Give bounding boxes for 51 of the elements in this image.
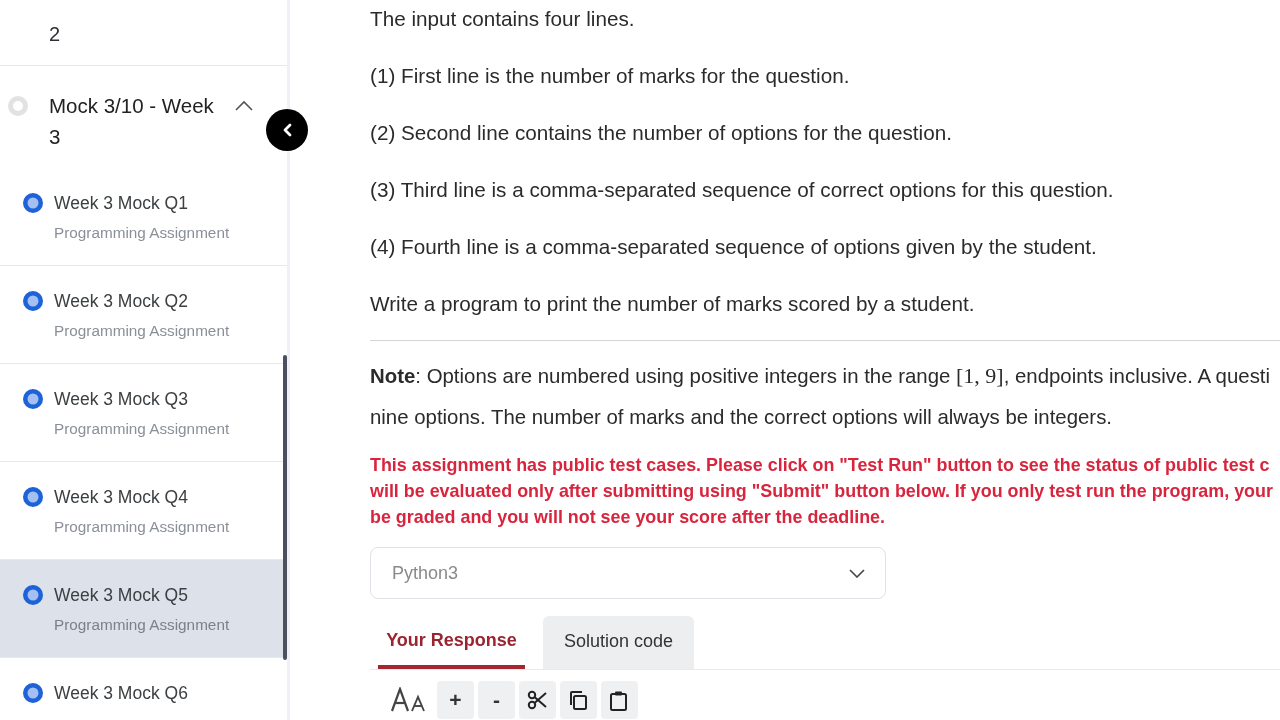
language-select[interactable]: Python3	[370, 547, 886, 599]
problem-text: The input contains four lines.	[370, 6, 635, 32]
assignment-title: Week 3 Mock Q6	[54, 681, 188, 705]
problem-text: (4) Fourth line is a comma-separated sequence of options given by the student.	[370, 234, 1097, 260]
minus-button[interactable]: -	[478, 681, 515, 719]
warning-text: will be evaluated only after submitting using "Submit" button below. If you only test run the program, your	[370, 480, 1273, 503]
chevron-up-icon[interactable]	[235, 100, 253, 111]
assignment-item[interactable]: Week 3 Mock Q1 Programming Assignment	[0, 167, 287, 266]
assignment-title: Week 3 Mock Q2	[54, 289, 189, 313]
status-dot-icon	[23, 192, 43, 213]
chevron-down-icon	[849, 568, 865, 578]
status-dot-icon	[23, 388, 43, 409]
assignment-type: Programming Assignment	[54, 320, 230, 341]
problem-text: (3) Third line is a comma-separated sequence of correct options for this question.	[370, 177, 1114, 203]
note-text: nine options. The number of marks and the correct options will always be integers.	[370, 404, 1112, 430]
font-size-icon[interactable]	[390, 687, 425, 713]
scissors-icon	[527, 689, 548, 711]
assignment-title: Week 3 Mock Q3	[54, 387, 189, 411]
problem-text: (2) Second line contains the number of options for the question.	[370, 120, 952, 146]
plus-button[interactable]: +	[437, 681, 474, 719]
copy-icon	[568, 689, 589, 711]
status-dot-icon	[23, 290, 43, 311]
assignment-title: Week 3 Mock Q1	[54, 191, 189, 215]
scrollbar-thumb[interactable]	[283, 355, 287, 660]
assignment-type: Programming Assignment	[54, 516, 230, 537]
warning-text: be graded and you will not see your score after the deadline.	[370, 506, 885, 529]
assignment-title: Week 3 Mock Q5	[54, 583, 189, 607]
problem-text: (1) First line is the number of marks for the question.	[370, 63, 850, 89]
assignment-item[interactable]: Week 3 Mock Q2 Programming Assignment	[0, 265, 287, 364]
assignment-type: Programming Assignment	[54, 614, 230, 635]
tab[interactable]: Your Response	[378, 616, 525, 669]
collapse-sidebar-button[interactable]	[266, 109, 308, 151]
status-ring-icon	[8, 95, 28, 116]
warning-text: This assignment has public test cases. Please click on "Test Run" button to see the status of public test c	[370, 454, 1270, 477]
section-title[interactable]: Mock 3/10 - Week 3	[49, 90, 219, 152]
note-text: Note: Options are numbered using positive integers in the range [1, 9], endpoints inclusive. A questi	[370, 361, 1271, 390]
assignment-item[interactable]: Week 3 Mock Q6	[0, 657, 287, 720]
tab[interactable]: Solution code	[543, 616, 694, 669]
assignment-type: Programming Assignment	[54, 222, 230, 243]
paste-button[interactable]	[601, 681, 638, 719]
status-dot-icon	[23, 486, 43, 507]
assignment-title: Week 3 Mock Q4	[54, 485, 189, 509]
assignment-type: Programming Assignment	[54, 418, 230, 439]
course-item-title[interactable]: 2	[0, 0, 287, 66]
clipboard-icon	[609, 689, 630, 711]
chevron-left-icon	[282, 123, 292, 137]
cut-button[interactable]	[519, 681, 556, 719]
problem-text: Write a program to print the number of marks scored by a student.	[370, 291, 975, 317]
copy-button[interactable]	[560, 681, 597, 719]
status-dot-icon	[23, 682, 43, 703]
status-dot-icon	[23, 584, 43, 605]
